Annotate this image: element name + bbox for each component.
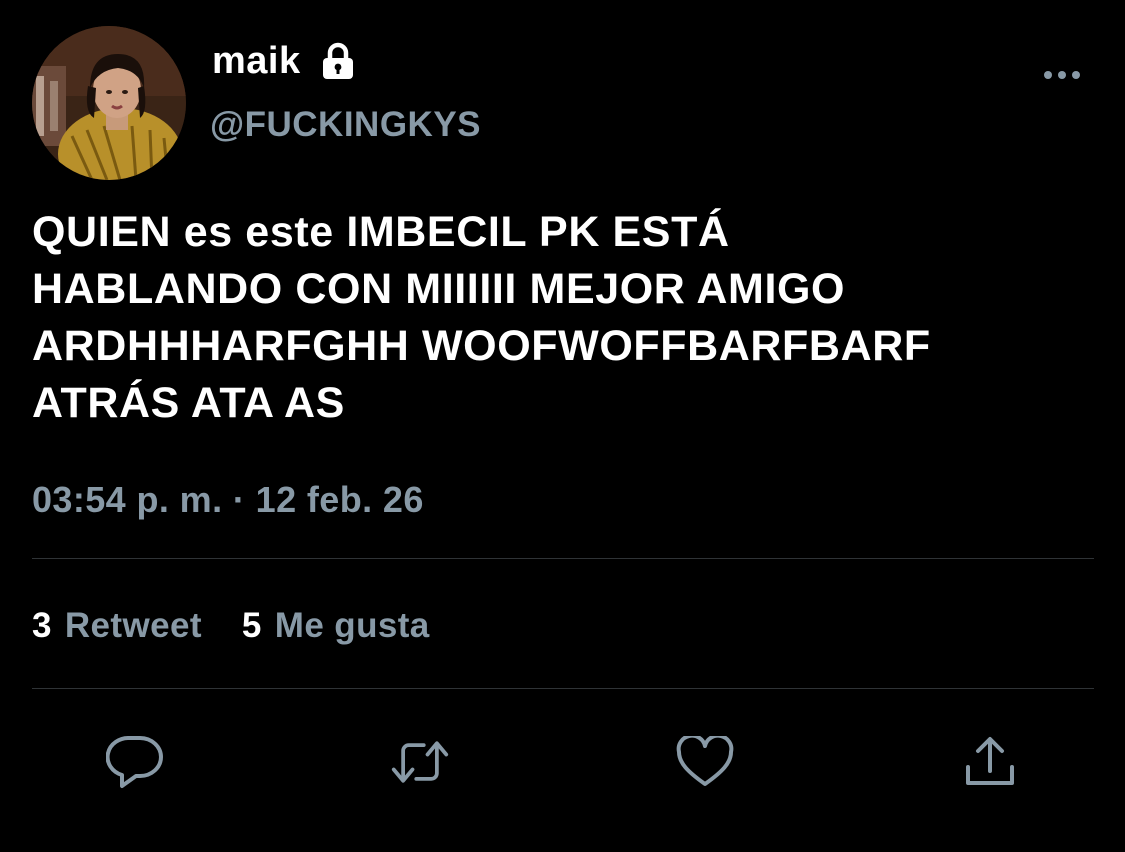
- retweet-count: 3: [32, 606, 52, 645]
- tweet-stats: 3 Retweet 5 Me gusta: [32, 604, 430, 648]
- retweet-label: Retweet: [64, 606, 202, 645]
- tweet-timestamp[interactable]: 03:54 p. m. · 12 feb. 26: [32, 478, 424, 522]
- divider: [32, 688, 1094, 689]
- retweet-button[interactable]: [390, 732, 450, 792]
- author-display-name[interactable]: maik: [212, 38, 355, 84]
- retweet-icon: [391, 741, 449, 783]
- tweet-action-bar: [0, 732, 1125, 792]
- reply-icon: [106, 735, 163, 788]
- share-button[interactable]: [960, 732, 1020, 792]
- tweet-detail: maik @FUCKINGKYS QUIEN es este IMBECIL P…: [0, 0, 1125, 852]
- display-name-text: maik: [212, 40, 301, 82]
- avatar[interactable]: [32, 26, 186, 180]
- more-dots-icon: [1044, 71, 1080, 79]
- like-label: Me gusta: [274, 606, 430, 645]
- lock-icon: [321, 42, 355, 80]
- divider: [32, 558, 1094, 559]
- share-icon: [966, 737, 1014, 785]
- like-button[interactable]: [675, 732, 735, 792]
- like-count: 5: [241, 606, 262, 645]
- author-handle[interactable]: @FUCKINGKYS: [210, 104, 481, 146]
- tweet-text: QUIEN es este IMBECIL PK ESTÁ HABLANDO C…: [32, 208, 931, 427]
- retweet-count-link[interactable]: 3 Retweet: [32, 604, 202, 648]
- like-count-link[interactable]: 5 Me gusta: [242, 604, 430, 648]
- reply-button[interactable]: [105, 732, 165, 792]
- heart-icon: [676, 736, 734, 786]
- more-options-button[interactable]: [1040, 60, 1084, 90]
- avatar-image: [32, 26, 186, 180]
